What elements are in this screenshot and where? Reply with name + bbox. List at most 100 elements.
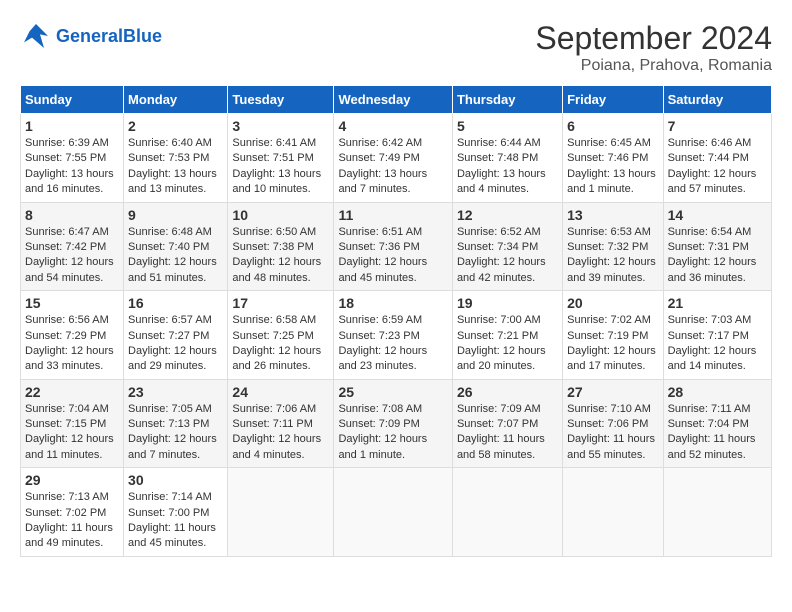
table-row [334, 468, 453, 557]
cell-content: Sunrise: 6:42 AMSunset: 7:49 PMDaylight:… [338, 136, 448, 198]
cell-content: Sunrise: 7:02 AMSunset: 7:19 PMDaylight:… [567, 313, 658, 375]
day-number: 29 [25, 472, 119, 488]
table-row: 5 Sunrise: 6:44 AMSunset: 7:48 PMDaylight… [452, 114, 562, 203]
cell-content: Sunrise: 6:39 AMSunset: 7:55 PMDaylight:… [25, 136, 119, 198]
cell-content: Sunrise: 6:46 AMSunset: 7:44 PMDaylight:… [668, 136, 767, 198]
calendar-header-row: Sunday Monday Tuesday Wednesday Thursday… [21, 86, 772, 114]
table-row: 8 Sunrise: 6:47 AMSunset: 7:42 PMDaylight… [21, 202, 124, 291]
cell-content: Sunrise: 6:47 AMSunset: 7:42 PMDaylight:… [25, 225, 119, 287]
table-row: 14 Sunrise: 6:54 AMSunset: 7:31 PMDayligh… [663, 202, 771, 291]
table-row: 30 Sunrise: 7:14 AMSunset: 7:00 PMDayligh… [124, 468, 228, 557]
day-number: 17 [232, 295, 329, 311]
cell-content: Sunrise: 7:00 AMSunset: 7:21 PMDaylight:… [457, 313, 558, 375]
col-saturday: Saturday [663, 86, 771, 114]
table-row [228, 468, 334, 557]
cell-content: Sunrise: 7:11 AMSunset: 7:04 PMDaylight:… [668, 402, 767, 464]
cell-content: Sunrise: 7:04 AMSunset: 7:15 PMDaylight:… [25, 402, 119, 464]
table-row [563, 468, 663, 557]
cell-content: Sunrise: 7:09 AMSunset: 7:07 PMDaylight:… [457, 402, 558, 464]
day-number: 24 [232, 384, 329, 400]
table-row: 4 Sunrise: 6:42 AMSunset: 7:49 PMDaylight… [334, 114, 453, 203]
calendar-week-row: 15 Sunrise: 6:56 AMSunset: 7:29 PMDayligh… [21, 291, 772, 380]
day-number: 11 [338, 207, 448, 223]
table-row: 13 Sunrise: 6:53 AMSunset: 7:32 PMDayligh… [563, 202, 663, 291]
table-row: 22 Sunrise: 7:04 AMSunset: 7:15 PMDayligh… [21, 379, 124, 468]
cell-content: Sunrise: 6:54 AMSunset: 7:31 PMDaylight:… [668, 225, 767, 287]
cell-content: Sunrise: 6:53 AMSunset: 7:32 PMDaylight:… [567, 225, 658, 287]
cell-content: Sunrise: 6:48 AMSunset: 7:40 PMDaylight:… [128, 225, 223, 287]
day-number: 20 [567, 295, 658, 311]
day-number: 13 [567, 207, 658, 223]
table-row: 26 Sunrise: 7:09 AMSunset: 7:07 PMDayligh… [452, 379, 562, 468]
day-number: 26 [457, 384, 558, 400]
day-number: 2 [128, 118, 223, 134]
title-block: September 2024 Poiana, Prahova, Romania [535, 20, 772, 75]
cell-content: Sunrise: 7:08 AMSunset: 7:09 PMDaylight:… [338, 402, 448, 464]
col-wednesday: Wednesday [334, 86, 453, 114]
logo: GeneralBlue [20, 20, 162, 52]
day-number: 19 [457, 295, 558, 311]
day-number: 15 [25, 295, 119, 311]
table-row: 17 Sunrise: 6:58 AMSunset: 7:25 PMDayligh… [228, 291, 334, 380]
calendar-week-row: 29 Sunrise: 7:13 AMSunset: 7:02 PMDayligh… [21, 468, 772, 557]
day-number: 8 [25, 207, 119, 223]
cell-content: Sunrise: 6:52 AMSunset: 7:34 PMDaylight:… [457, 225, 558, 287]
day-number: 10 [232, 207, 329, 223]
day-number: 25 [338, 384, 448, 400]
day-number: 28 [668, 384, 767, 400]
day-number: 18 [338, 295, 448, 311]
table-row: 7 Sunrise: 6:46 AMSunset: 7:44 PMDaylight… [663, 114, 771, 203]
table-row: 16Sunrise: 6:57 AMSunset: 7:27 PMDayligh… [124, 291, 228, 380]
day-number: 6 [567, 118, 658, 134]
calendar-week-row: 8 Sunrise: 6:47 AMSunset: 7:42 PMDaylight… [21, 202, 772, 291]
table-row: 1 Sunrise: 6:39 AMSunset: 7:55 PMDaylight… [21, 114, 124, 203]
table-row: 20 Sunrise: 7:02 AMSunset: 7:19 PMDayligh… [563, 291, 663, 380]
cell-content: Sunrise: 7:10 AMSunset: 7:06 PMDaylight:… [567, 402, 658, 464]
cell-content: Sunrise: 7:03 AMSunset: 7:17 PMDaylight:… [668, 313, 767, 375]
col-tuesday: Tuesday [228, 86, 334, 114]
table-row: 23Sunrise: 7:05 AMSunset: 7:13 PMDayligh… [124, 379, 228, 468]
table-row: 19 Sunrise: 7:00 AMSunset: 7:21 PMDayligh… [452, 291, 562, 380]
table-row: 2Sunrise: 6:40 AMSunset: 7:53 PMDaylight… [124, 114, 228, 203]
table-row: 11Sunrise: 6:51 AMSunset: 7:36 PMDayligh… [334, 202, 453, 291]
page-header: GeneralBlue September 2024 Poiana, Praho… [20, 20, 772, 75]
table-row: 9 Sunrise: 6:48 AMSunset: 7:40 PMDaylight… [124, 202, 228, 291]
col-sunday: Sunday [21, 86, 124, 114]
cell-content: Sunrise: 7:06 AMSunset: 7:11 PMDaylight:… [232, 402, 329, 464]
day-number: 30 [128, 472, 223, 488]
cell-content: Sunrise: 7:14 AMSunset: 7:00 PMDaylight:… [128, 490, 223, 552]
col-friday: Friday [563, 86, 663, 114]
table-row: 29 Sunrise: 7:13 AMSunset: 7:02 PMDayligh… [21, 468, 124, 557]
cell-content: Sunrise: 7:13 AMSunset: 7:02 PMDaylight:… [25, 490, 119, 552]
day-number: 7 [668, 118, 767, 134]
cell-content: Sunrise: 7:05 AMSunset: 7:13 PMDaylight:… [128, 402, 223, 464]
table-row: 28 Sunrise: 7:11 AMSunset: 7:04 PMDayligh… [663, 379, 771, 468]
cell-content: Sunrise: 6:56 AMSunset: 7:29 PMDaylight:… [25, 313, 119, 375]
day-number: 1 [25, 118, 119, 134]
calendar-table: Sunday Monday Tuesday Wednesday Thursday… [20, 85, 772, 557]
table-row: 27 Sunrise: 7:10 AMSunset: 7:06 PMDayligh… [563, 379, 663, 468]
day-number: 14 [668, 207, 767, 223]
table-row: 10Sunrise: 6:50 AMSunset: 7:38 PMDayligh… [228, 202, 334, 291]
cell-content: Sunrise: 6:58 AMSunset: 7:25 PMDaylight:… [232, 313, 329, 375]
day-number: 9 [128, 207, 223, 223]
day-number: 5 [457, 118, 558, 134]
col-thursday: Thursday [452, 86, 562, 114]
page-title: September 2024 [535, 20, 772, 57]
cell-content: Sunrise: 6:44 AMSunset: 7:48 PMDaylight:… [457, 136, 558, 198]
table-row: 24 Sunrise: 7:06 AMSunset: 7:11 PMDayligh… [228, 379, 334, 468]
table-row [452, 468, 562, 557]
day-number: 4 [338, 118, 448, 134]
page-subtitle: Poiana, Prahova, Romania [535, 57, 772, 75]
day-number: 27 [567, 384, 658, 400]
table-row: 6Sunrise: 6:45 AMSunset: 7:46 PMDaylight… [563, 114, 663, 203]
table-row: 12 Sunrise: 6:52 AMSunset: 7:34 PMDayligh… [452, 202, 562, 291]
calendar-week-row: 22 Sunrise: 7:04 AMSunset: 7:15 PMDayligh… [21, 379, 772, 468]
day-number: 12 [457, 207, 558, 223]
table-row [663, 468, 771, 557]
table-row: 18 Sunrise: 6:59 AMSunset: 7:23 PMDayligh… [334, 291, 453, 380]
logo-icon [20, 20, 52, 52]
cell-content: Sunrise: 6:59 AMSunset: 7:23 PMDaylight:… [338, 313, 448, 375]
day-number: 22 [25, 384, 119, 400]
table-row: 3Sunrise: 6:41 AMSunset: 7:51 PMDaylight… [228, 114, 334, 203]
